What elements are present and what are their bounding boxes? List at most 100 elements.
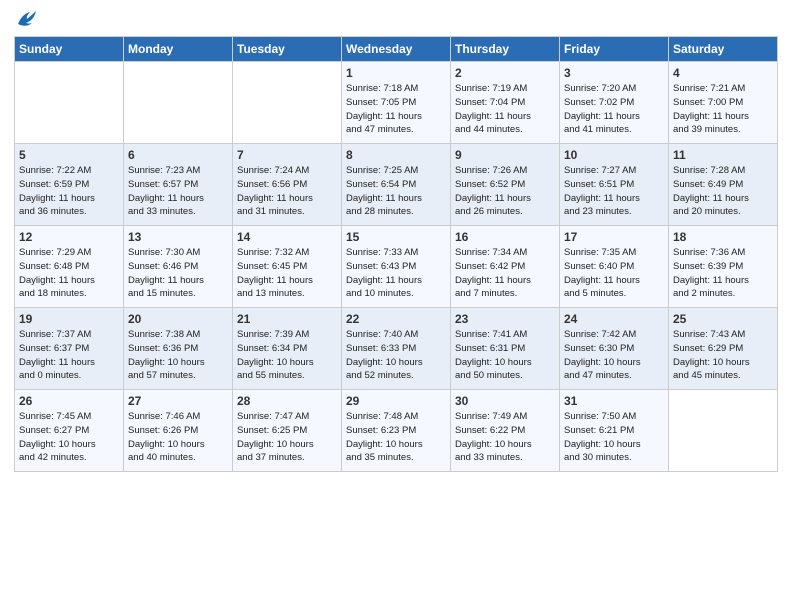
calendar-cell: 22 Sunrise: 7:40 AM Sunset: 6:33 PM Dayli… [342,308,451,390]
day-number: 24 [564,312,664,326]
calendar-cell [669,390,778,472]
day-of-week-header: Wednesday [342,37,451,62]
calendar-cell: 10Sunrise: 7:27 AM Sunset: 6:51 PM Dayli… [560,144,669,226]
calendar-cell: 2Sunrise: 7:19 AM Sunset: 7:04 PM Daylig… [451,62,560,144]
day-info: Sunrise: 7:34 AM Sunset: 6:42 PM Dayligh… [455,246,555,301]
calendar-cell: 7 Sunrise: 7:24 AM Sunset: 6:56 PM Daylig… [233,144,342,226]
calendar-week-row: 26 Sunrise: 7:45 AM Sunset: 6:27 PM Dayli… [15,390,778,472]
day-info: Sunrise: 7:43 AM Sunset: 6:29 PM Dayligh… [673,328,773,383]
day-info: Sunrise: 7:20 AM Sunset: 7:02 PM Dayligh… [564,82,664,137]
header [14,10,778,28]
day-info: Sunrise: 7:39 AM Sunset: 6:34 PM Dayligh… [237,328,337,383]
day-info: Sunrise: 7:23 AM Sunset: 6:57 PM Dayligh… [128,164,228,219]
day-info: Sunrise: 7:24 AM Sunset: 6:56 PM Dayligh… [237,164,337,219]
calendar-cell: 20 Sunrise: 7:38 AM Sunset: 6:36 PM Dayli… [124,308,233,390]
calendar-cell: 26 Sunrise: 7:45 AM Sunset: 6:27 PM Dayli… [15,390,124,472]
calendar-cell: 15Sunrise: 7:33 AM Sunset: 6:43 PM Dayli… [342,226,451,308]
day-info: Sunrise: 7:45 AM Sunset: 6:27 PM Dayligh… [19,410,119,465]
day-number: 28 [237,394,337,408]
calendar-header-row: SundayMondayTuesdayWednesdayThursdayFrid… [15,37,778,62]
day-info: Sunrise: 7:42 AM Sunset: 6:30 PM Dayligh… [564,328,664,383]
calendar-cell: 14 Sunrise: 7:32 AM Sunset: 6:45 PM Dayli… [233,226,342,308]
calendar-cell [233,62,342,144]
day-info: Sunrise: 7:21 AM Sunset: 7:00 PM Dayligh… [673,82,773,137]
calendar-cell: 28 Sunrise: 7:47 AM Sunset: 6:25 PM Dayli… [233,390,342,472]
day-info: Sunrise: 7:50 AM Sunset: 6:21 PM Dayligh… [564,410,664,465]
day-info: Sunrise: 7:30 AM Sunset: 6:46 PM Dayligh… [128,246,228,301]
day-number: 11 [673,148,773,162]
calendar-week-row: 12 Sunrise: 7:29 AM Sunset: 6:48 PM Dayli… [15,226,778,308]
day-number: 16 [455,230,555,244]
day-number: 9 [455,148,555,162]
calendar-cell: 23Sunrise: 7:41 AM Sunset: 6:31 PM Dayli… [451,308,560,390]
day-number: 15 [346,230,446,244]
calendar-cell: 13 Sunrise: 7:30 AM Sunset: 6:46 PM Dayli… [124,226,233,308]
day-number: 8 [346,148,446,162]
calendar-cell: 6 Sunrise: 7:23 AM Sunset: 6:57 PM Daylig… [124,144,233,226]
day-number: 17 [564,230,664,244]
day-info: Sunrise: 7:38 AM Sunset: 6:36 PM Dayligh… [128,328,228,383]
day-info: Sunrise: 7:41 AM Sunset: 6:31 PM Dayligh… [455,328,555,383]
calendar-cell: 8Sunrise: 7:25 AM Sunset: 6:54 PM Daylig… [342,144,451,226]
logo-text [14,10,38,28]
day-number: 14 [237,230,337,244]
calendar-cell: 21 Sunrise: 7:39 AM Sunset: 6:34 PM Dayli… [233,308,342,390]
day-number: 26 [19,394,119,408]
day-number: 4 [673,66,773,80]
day-info: Sunrise: 7:40 AM Sunset: 6:33 PM Dayligh… [346,328,446,383]
calendar-cell: 11Sunrise: 7:28 AM Sunset: 6:49 PM Dayli… [669,144,778,226]
calendar-cell: 1Sunrise: 7:18 AM Sunset: 7:05 PM Daylig… [342,62,451,144]
day-of-week-header: Friday [560,37,669,62]
day-number: 20 [128,312,228,326]
day-info: Sunrise: 7:36 AM Sunset: 6:39 PM Dayligh… [673,246,773,301]
day-of-week-header: Tuesday [233,37,342,62]
day-info: Sunrise: 7:29 AM Sunset: 6:48 PM Dayligh… [19,246,119,301]
calendar-cell: 9Sunrise: 7:26 AM Sunset: 6:52 PM Daylig… [451,144,560,226]
day-info: Sunrise: 7:27 AM Sunset: 6:51 PM Dayligh… [564,164,664,219]
day-number: 7 [237,148,337,162]
calendar-week-row: 1Sunrise: 7:18 AM Sunset: 7:05 PM Daylig… [15,62,778,144]
calendar-cell: 29 Sunrise: 7:48 AM Sunset: 6:23 PM Dayli… [342,390,451,472]
logo-bird-icon [16,10,38,28]
calendar-table: SundayMondayTuesdayWednesdayThursdayFrid… [14,36,778,472]
day-of-week-header: Thursday [451,37,560,62]
calendar-cell: 16 Sunrise: 7:34 AM Sunset: 6:42 PM Dayli… [451,226,560,308]
day-info: Sunrise: 7:46 AM Sunset: 6:26 PM Dayligh… [128,410,228,465]
day-number: 6 [128,148,228,162]
day-info: Sunrise: 7:49 AM Sunset: 6:22 PM Dayligh… [455,410,555,465]
day-of-week-header: Monday [124,37,233,62]
calendar-cell: 31 Sunrise: 7:50 AM Sunset: 6:21 PM Dayli… [560,390,669,472]
day-number: 21 [237,312,337,326]
calendar-cell [124,62,233,144]
calendar-cell: 5 Sunrise: 7:22 AM Sunset: 6:59 PM Daylig… [15,144,124,226]
day-number: 19 [19,312,119,326]
calendar-cell: 30Sunrise: 7:49 AM Sunset: 6:22 PM Dayli… [451,390,560,472]
calendar-cell: 24 Sunrise: 7:42 AM Sunset: 6:30 PM Dayli… [560,308,669,390]
day-number: 5 [19,148,119,162]
day-number: 31 [564,394,664,408]
day-info: Sunrise: 7:37 AM Sunset: 6:37 PM Dayligh… [19,328,119,383]
day-info: Sunrise: 7:35 AM Sunset: 6:40 PM Dayligh… [564,246,664,301]
calendar-cell: 12 Sunrise: 7:29 AM Sunset: 6:48 PM Dayli… [15,226,124,308]
day-info: Sunrise: 7:22 AM Sunset: 6:59 PM Dayligh… [19,164,119,219]
day-number: 12 [19,230,119,244]
day-of-week-header: Saturday [669,37,778,62]
day-info: Sunrise: 7:48 AM Sunset: 6:23 PM Dayligh… [346,410,446,465]
day-info: Sunrise: 7:47 AM Sunset: 6:25 PM Dayligh… [237,410,337,465]
calendar-week-row: 19 Sunrise: 7:37 AM Sunset: 6:37 PM Dayli… [15,308,778,390]
calendar-cell: 17 Sunrise: 7:35 AM Sunset: 6:40 PM Dayli… [560,226,669,308]
calendar-cell: 19 Sunrise: 7:37 AM Sunset: 6:37 PM Dayli… [15,308,124,390]
day-info: Sunrise: 7:32 AM Sunset: 6:45 PM Dayligh… [237,246,337,301]
day-number: 27 [128,394,228,408]
day-number: 29 [346,394,446,408]
calendar-cell: 25Sunrise: 7:43 AM Sunset: 6:29 PM Dayli… [669,308,778,390]
calendar-week-row: 5 Sunrise: 7:22 AM Sunset: 6:59 PM Daylig… [15,144,778,226]
calendar-cell: 4 Sunrise: 7:21 AM Sunset: 7:00 PM Daylig… [669,62,778,144]
day-info: Sunrise: 7:19 AM Sunset: 7:04 PM Dayligh… [455,82,555,137]
logo [14,10,38,28]
calendar-container: SundayMondayTuesdayWednesdayThursdayFrid… [0,0,792,612]
calendar-cell: 3Sunrise: 7:20 AM Sunset: 7:02 PM Daylig… [560,62,669,144]
day-number: 22 [346,312,446,326]
day-info: Sunrise: 7:18 AM Sunset: 7:05 PM Dayligh… [346,82,446,137]
day-number: 13 [128,230,228,244]
